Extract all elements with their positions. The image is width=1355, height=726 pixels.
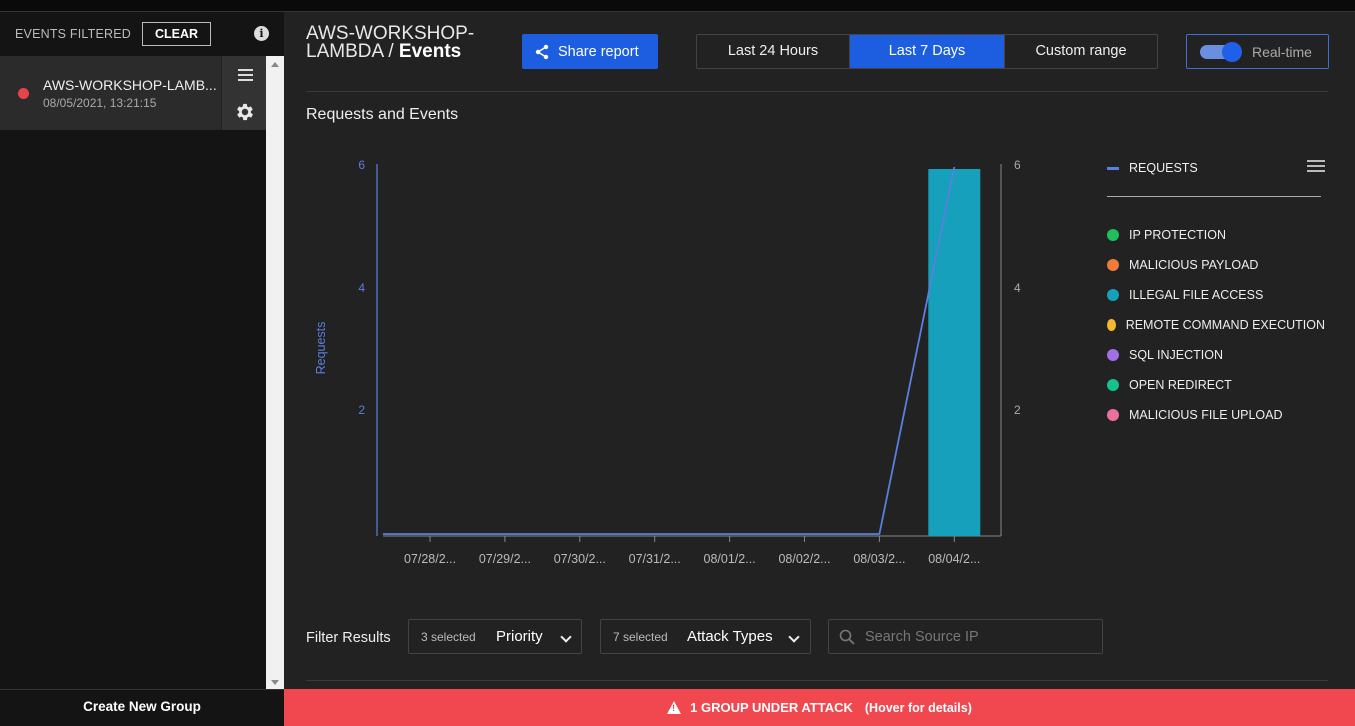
y-axis-title-left: Requests	[314, 322, 328, 375]
legend-item[interactable]: MALICIOUS PAYLOAD	[1107, 250, 1325, 280]
legend-item-label: OPEN REDIRECT	[1129, 378, 1232, 392]
range-last-24-hours[interactable]: Last 24 Hours	[697, 35, 850, 68]
legend-color-dot	[1107, 379, 1119, 391]
legend-item[interactable]: ILLEGAL FILE ACCESS	[1107, 280, 1325, 310]
group-tools	[221, 56, 266, 130]
legend-item-label: MALICIOUS FILE UPLOAD	[1129, 408, 1283, 422]
divider	[306, 680, 1328, 681]
legend-item[interactable]: SQL INJECTION	[1107, 340, 1325, 370]
x-tick-label: 08/03/2...	[853, 552, 905, 566]
priority-dropdown[interactable]: 3 selected Priority	[408, 619, 582, 654]
realtime-toggle[interactable]: Real-time	[1186, 34, 1329, 69]
group-date: 08/05/2021, 13:21:15	[43, 96, 157, 110]
attack-alert-text: 1 GROUP UNDER ATTACK	[690, 700, 853, 715]
x-tick-label: 07/31/2...	[629, 552, 681, 566]
legend-item-label: SQL INJECTION	[1129, 348, 1223, 362]
chart-legend: REQUESTS IP PROTECTION MALICIOUS PAYLOAD I…	[1107, 156, 1325, 430]
legend-item-label: MALICIOUS PAYLOAD	[1129, 258, 1259, 272]
top-strip	[0, 0, 1355, 12]
share-report-button[interactable]: Share report	[522, 34, 658, 69]
chevron-down-icon	[560, 631, 572, 643]
legend-color-dot	[1107, 229, 1119, 241]
menu-icon[interactable]	[238, 69, 253, 81]
create-new-group-button[interactable]: Create New Group	[0, 689, 284, 726]
attack-types-count: 7 selected	[613, 630, 668, 644]
toggle-knob	[1222, 42, 1242, 62]
legend-color-dot	[1107, 349, 1119, 361]
x-tick-label: 07/28/2...	[404, 552, 456, 566]
realtime-label: Real-time	[1252, 44, 1312, 60]
scroll-up-arrow-icon[interactable]	[271, 62, 279, 67]
x-tick-label: 07/30/2...	[554, 552, 606, 566]
legend-item[interactable]: REMOTE COMMAND EXECUTION	[1107, 310, 1325, 340]
legend-color-dot	[1107, 409, 1119, 421]
x-tick-label: 08/02/2...	[778, 552, 830, 566]
legend-color-dot	[1107, 289, 1119, 301]
sidebar-scrollbar[interactable]	[266, 56, 284, 689]
chevron-down-icon	[788, 631, 800, 643]
legend-items: IP PROTECTION MALICIOUS PAYLOAD ILLEGAL FI…	[1107, 220, 1325, 430]
y-tick-label-right: 4	[1014, 281, 1021, 295]
time-range-selector: Last 24 Hours Last 7 Days Custom range	[696, 34, 1158, 69]
y-tick-label-right: 6	[1014, 158, 1021, 172]
legend-divider	[1107, 196, 1321, 197]
sidebar: EVENTS FILTERED CLEAR i AWS-WORKSHOP-LAM…	[0, 12, 284, 689]
attack-alert-hover: (Hover for details)	[864, 700, 972, 715]
legend-color-dot	[1107, 319, 1116, 331]
divider	[306, 91, 1328, 92]
group-name: AWS-WORKSHOP-LAMB...	[43, 77, 217, 93]
info-icon[interactable]: i	[254, 26, 269, 41]
main-panel: AWS-WORKSHOP-LAMBDA / Events Share repor…	[284, 12, 1355, 689]
legend-requests-label: REQUESTS	[1129, 161, 1198, 175]
chart-menu-icon[interactable]	[1307, 160, 1325, 174]
legend-item[interactable]: MALICIOUS FILE UPLOAD	[1107, 400, 1325, 430]
share-icon	[535, 44, 549, 59]
attack-alert-banner[interactable]: 1 GROUP UNDER ATTACK (Hover for details)	[284, 689, 1355, 726]
legend-item[interactable]: IP PROTECTION	[1107, 220, 1325, 250]
attack-types-dropdown[interactable]: 7 selected Attack Types	[600, 619, 811, 654]
group-list-item[interactable]: AWS-WORKSHOP-LAMB... 08/05/2021, 13:21:1…	[0, 56, 266, 130]
search-source-ip[interactable]	[828, 619, 1103, 654]
priority-label: Priority	[496, 628, 543, 645]
legend-color-dot	[1107, 259, 1119, 271]
attack-types-label: Attack Types	[687, 628, 773, 645]
x-tick-label: 08/01/2...	[704, 552, 756, 566]
requests-events-chart: 246246RequestsEvents07/28/2...07/29/2...…	[314, 158, 1021, 566]
y-tick-label-left: 6	[358, 158, 365, 172]
events-filtered-label: EVENTS FILTERED	[15, 27, 131, 41]
status-dot	[18, 88, 29, 99]
legend-item[interactable]: OPEN REDIRECT	[1107, 370, 1325, 400]
warning-icon	[667, 701, 682, 714]
y-tick-label-right: 2	[1014, 403, 1021, 417]
gear-icon[interactable]	[234, 101, 256, 123]
range-custom[interactable]: Custom range	[1005, 35, 1157, 68]
legend-header: REQUESTS	[1107, 156, 1325, 180]
legend-item-label: REMOTE COMMAND EXECUTION	[1125, 318, 1325, 332]
clear-button[interactable]: CLEAR	[141, 22, 212, 46]
requests-line	[383, 166, 956, 535]
priority-count: 3 selected	[421, 630, 476, 644]
search-icon	[839, 629, 855, 645]
x-tick-label: 08/04/2...	[928, 552, 980, 566]
toggle-switch[interactable]	[1200, 42, 1242, 62]
requests-line-swatch	[1107, 166, 1119, 170]
range-last-7-days[interactable]: Last 7 Days	[850, 35, 1005, 68]
search-input[interactable]	[865, 626, 1095, 648]
page-title-emph: Events	[398, 41, 462, 62]
y-tick-label-left: 4	[358, 281, 365, 295]
legend-item-label: ILLEGAL FILE ACCESS	[1129, 288, 1264, 302]
scroll-down-arrow-icon[interactable]	[271, 680, 279, 685]
share-report-label: Share report	[558, 43, 639, 60]
sidebar-header: EVENTS FILTERED CLEAR i	[0, 12, 284, 56]
bar-illegal-file-access	[928, 169, 981, 536]
chart-title: Requests and Events	[306, 106, 459, 123]
legend-item-label: IP PROTECTION	[1129, 228, 1227, 242]
x-tick-label: 07/29/2...	[479, 552, 531, 566]
y-tick-label-left: 2	[358, 403, 365, 417]
filter-results-label: Filter Results	[306, 630, 391, 646]
page-title: AWS-WORKSHOP-LAMBDA / Events	[306, 24, 496, 62]
